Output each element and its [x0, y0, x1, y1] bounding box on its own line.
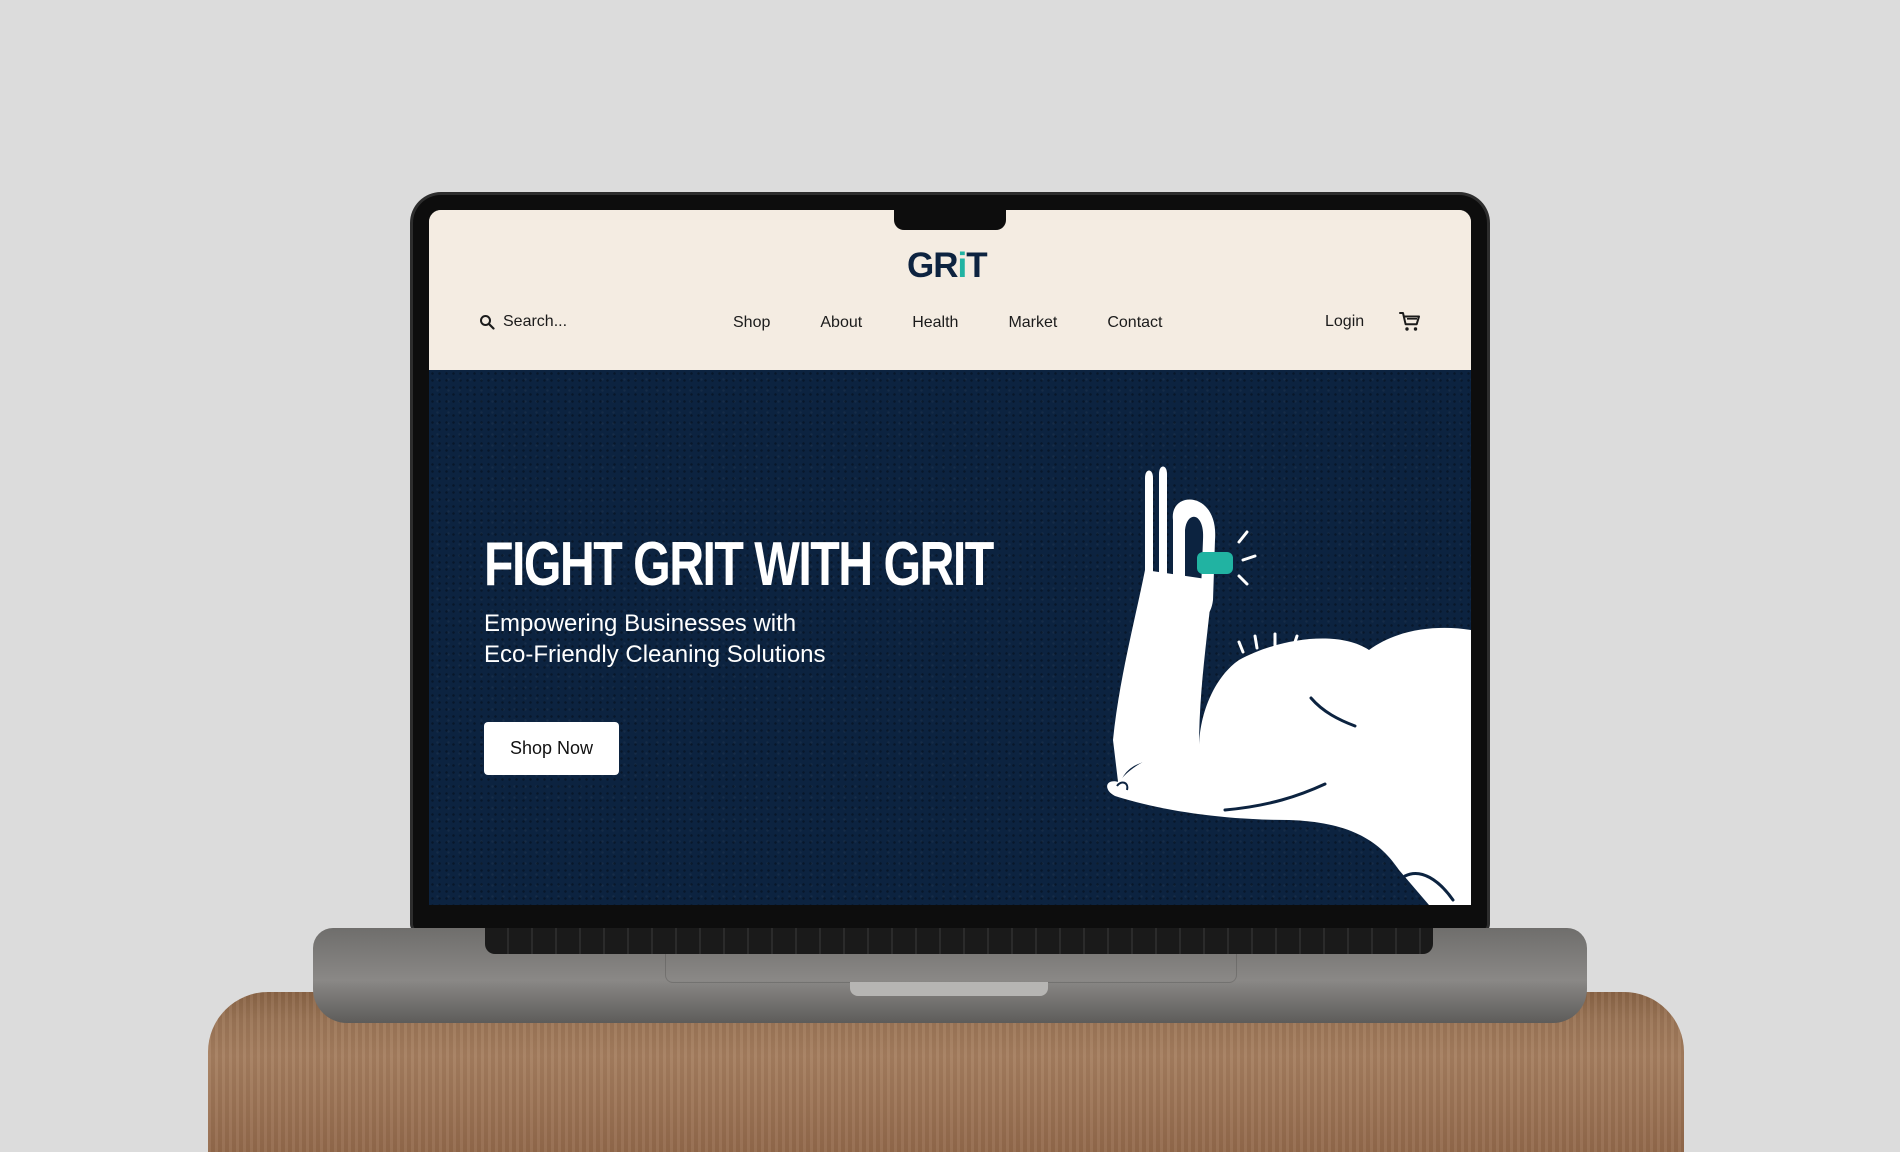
cart-icon[interactable] [1398, 310, 1422, 334]
brand-logo-t: T [966, 246, 987, 285]
search-placeholder[interactable]: Search... [503, 313, 567, 331]
camera-notch [894, 195, 1006, 230]
hero-subtitle-line2: Eco-Friendly Cleaning Solutions [484, 641, 826, 668]
opening-notch [850, 982, 1048, 996]
hero-subtitle: Empowering Businesses with Eco-Friendly … [484, 608, 904, 670]
hero-title: FIGHT GRIT WITH GRIT [484, 530, 994, 599]
brand-logo[interactable]: GRiT [907, 247, 995, 285]
search-icon [480, 315, 495, 330]
main-nav: Shop About Health Market Contact [733, 314, 1162, 332]
site-header: GRiT Search... Shop About Health Market … [429, 210, 1471, 370]
laptop-lid: GRiT Search... Shop About Health Market … [413, 195, 1487, 930]
trackpad [665, 954, 1237, 983]
nav-contact[interactable]: Contact [1107, 314, 1162, 332]
nav-market[interactable]: Market [1008, 314, 1057, 332]
search-bar[interactable]: Search... [479, 313, 567, 331]
nav-health[interactable]: Health [912, 314, 958, 332]
hero-section: FIGHT GRIT WITH GRIT Empowering Business… [429, 370, 1471, 905]
shop-now-button[interactable]: Shop Now [484, 722, 619, 775]
flexing-arm-illustration [1107, 466, 1471, 905]
nav-about[interactable]: About [820, 314, 862, 332]
brand-logo-i: i [957, 246, 968, 285]
laptop-base [313, 928, 1587, 1023]
nav-shop[interactable]: Shop [733, 314, 770, 332]
keyboard [485, 928, 1433, 954]
login-link[interactable]: Login [1325, 313, 1364, 331]
laptop-screen: GRiT Search... Shop About Health Market … [429, 210, 1471, 905]
hero-subtitle-line1: Empowering Businesses with [484, 610, 797, 637]
